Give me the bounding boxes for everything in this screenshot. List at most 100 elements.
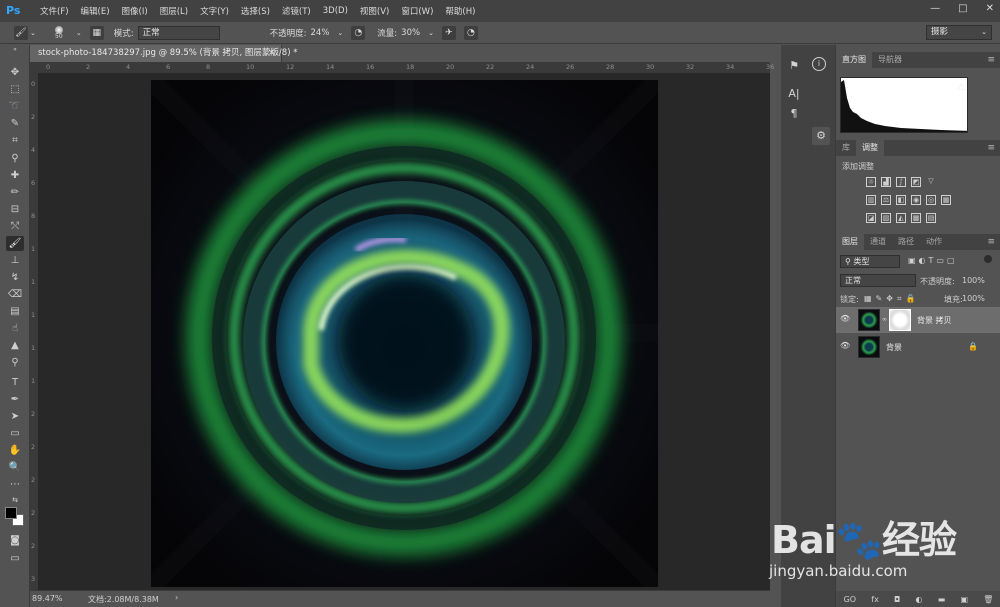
zoom-tool-icon[interactable]: 🔍: [6, 460, 24, 475]
gradient-tool-icon[interactable]: ▤: [6, 304, 24, 319]
move-tool-icon[interactable]: ✥: [6, 65, 24, 80]
exposure-icon[interactable]: ◩: [911, 177, 921, 187]
black-white-icon[interactable]: ◧: [896, 195, 906, 205]
history-brush-tool-icon[interactable]: ↯: [6, 270, 24, 285]
layer-row-background-copy[interactable]: 👁 ∞ 背景 拷贝: [836, 307, 1000, 333]
layer-filter-select[interactable]: ⚲ 类型: [840, 255, 900, 268]
sharpen-tool-icon[interactable]: ▲: [6, 338, 24, 353]
close-button[interactable]: ✕: [986, 3, 994, 14]
layer-row-background[interactable]: 👁 背景 🔒: [836, 334, 1000, 360]
menu-edit[interactable]: 编辑(E): [81, 5, 110, 17]
blend-mode-select[interactable]: 正常: [840, 274, 916, 287]
foreground-color-swatch[interactable]: [5, 507, 17, 519]
panel-menu-icon[interactable]: ≡: [987, 234, 995, 250]
posterize-icon[interactable]: ▨: [881, 213, 891, 223]
warning-icon[interactable]: ⚠: [957, 82, 966, 93]
more-tools-icon[interactable]: ⋯: [6, 477, 24, 492]
type-tool-icon[interactable]: T: [6, 375, 24, 390]
document-canvas[interactable]: [151, 80, 658, 587]
clone-stamp-tool-icon[interactable]: ⊥: [6, 253, 24, 268]
brush-preset-picker[interactable]: 50: [50, 25, 68, 40]
pressure-opacity-icon[interactable]: ◔: [351, 25, 366, 40]
dodge-tool-icon[interactable]: ⚲: [6, 355, 24, 370]
tab-library[interactable]: 库: [836, 140, 856, 156]
canvas-area[interactable]: [38, 74, 770, 590]
color-lookup-icon[interactable]: ▦: [941, 195, 951, 205]
brush-tool-icon[interactable]: 🖌: [14, 25, 28, 40]
path-select-tool-icon[interactable]: ➤: [6, 409, 24, 424]
smudge-tool-icon[interactable]: ☝: [6, 321, 24, 336]
properties-panel-icon[interactable]: ⚙: [812, 127, 830, 145]
tab-paths[interactable]: 路径: [892, 234, 920, 250]
chain-link-icon[interactable]: ∞: [882, 316, 887, 323]
zoom-level[interactable]: 89.47%: [32, 594, 63, 603]
document-tab[interactable]: stock-photo-184738297.jpg @ 89.5% (背景 拷贝…: [30, 45, 297, 62]
menu-view[interactable]: 视图(V): [360, 5, 389, 17]
channel-mixer-icon[interactable]: ◎: [926, 195, 936, 205]
flow-value[interactable]: 30%: [401, 28, 420, 38]
transform-tool-icon[interactable]: ⤲: [6, 219, 24, 234]
pressure-size-icon[interactable]: ◔: [463, 25, 478, 40]
tab-channels[interactable]: 通道: [864, 234, 892, 250]
layer-opacity-value[interactable]: 100%: [962, 276, 985, 285]
brightness-icon[interactable]: ☼: [866, 177, 876, 187]
paragraph-panel-icon[interactable]: ¶: [785, 105, 803, 123]
quick-mask-icon[interactable]: ◙: [6, 533, 24, 548]
flow-arrow-icon[interactable]: ⌄: [428, 29, 434, 37]
color-balance-icon[interactable]: ⚖: [881, 195, 891, 205]
layer-name[interactable]: 背景: [886, 342, 902, 353]
marquee-tool-icon[interactable]: ⬚: [6, 82, 24, 97]
status-menu-arrow-icon[interactable]: ›: [175, 593, 178, 602]
info-panel-icon[interactable]: i: [812, 57, 826, 71]
menu-image[interactable]: 图像(I): [122, 5, 148, 17]
collapsed-panel-icon[interactable]: ⚑: [785, 57, 803, 75]
menu-3d[interactable]: 3D(D): [323, 6, 348, 16]
layer-filter-icons[interactable]: ▣◐T▭▢: [908, 256, 958, 265]
collapse-tools-icon[interactable]: »: [6, 47, 24, 53]
healing-brush-tool-icon[interactable]: ✚: [6, 168, 24, 183]
opacity-arrow-icon[interactable]: ⌄: [337, 29, 343, 37]
layer-name[interactable]: 背景 拷贝: [917, 315, 952, 326]
menu-layer[interactable]: 图层(L): [160, 5, 188, 17]
mode-select[interactable]: 正常: [137, 25, 220, 40]
tab-layers[interactable]: 图层: [836, 234, 864, 250]
levels-icon[interactable]: ▟: [881, 177, 891, 187]
lasso-tool-icon[interactable]: ➰: [6, 99, 24, 114]
airbrush-icon[interactable]: ✈: [441, 25, 456, 40]
invert-icon[interactable]: ◪: [866, 213, 876, 223]
menu-type[interactable]: 文字(Y): [200, 5, 229, 17]
brush-picker-arrow-icon[interactable]: ⌄: [76, 29, 82, 37]
menu-filter[interactable]: 滤镜(T): [282, 5, 311, 17]
hand-tool-icon[interactable]: ✋: [6, 443, 24, 458]
brush-panel-toggle-icon[interactable]: ▦: [89, 25, 104, 40]
swap-colors-icon[interactable]: ⇆: [6, 496, 24, 504]
dropdown-arrow-icon[interactable]: ⌄: [30, 29, 36, 37]
menu-select[interactable]: 选择(S): [241, 5, 270, 17]
screen-mode-icon[interactable]: ▭: [6, 551, 24, 566]
threshold-icon[interactable]: ◭: [896, 213, 906, 223]
tab-navigator[interactable]: 导航器: [872, 52, 908, 68]
layer-mask-thumbnail[interactable]: [889, 309, 911, 331]
crop-tool-icon[interactable]: ⌗: [6, 133, 24, 148]
hue-saturation-icon[interactable]: ▥: [866, 195, 876, 205]
panel-menu-icon[interactable]: ≡: [987, 140, 995, 156]
photo-filter-icon[interactable]: ◉: [911, 195, 921, 205]
visibility-eye-icon[interactable]: 👁: [840, 341, 850, 351]
maximize-button[interactable]: □: [958, 3, 967, 14]
lock-icon[interactable]: 🔒: [968, 342, 978, 351]
filter-toggle-icon[interactable]: [984, 255, 992, 263]
vibrance-icon[interactable]: ▽: [926, 177, 936, 187]
pen-tool-icon[interactable]: ✒: [6, 392, 24, 407]
tab-adjustments[interactable]: 调整: [856, 140, 884, 156]
gradient-map-icon[interactable]: ▤: [926, 213, 936, 223]
minimize-button[interactable]: —: [930, 3, 940, 14]
pencil-tool-icon[interactable]: ✏: [6, 185, 24, 200]
eyedropper-tool-icon[interactable]: ⚲: [6, 151, 24, 166]
character-panel-icon[interactable]: A|: [785, 85, 803, 103]
fill-value[interactable]: 100%: [962, 294, 985, 303]
tab-actions[interactable]: 动作: [920, 234, 948, 250]
visibility-eye-icon[interactable]: 👁: [840, 314, 850, 324]
opacity-value[interactable]: 24%: [311, 28, 330, 38]
tab-histogram[interactable]: 直方图: [836, 52, 872, 68]
frame-tool-icon[interactable]: ⊟: [6, 202, 24, 217]
